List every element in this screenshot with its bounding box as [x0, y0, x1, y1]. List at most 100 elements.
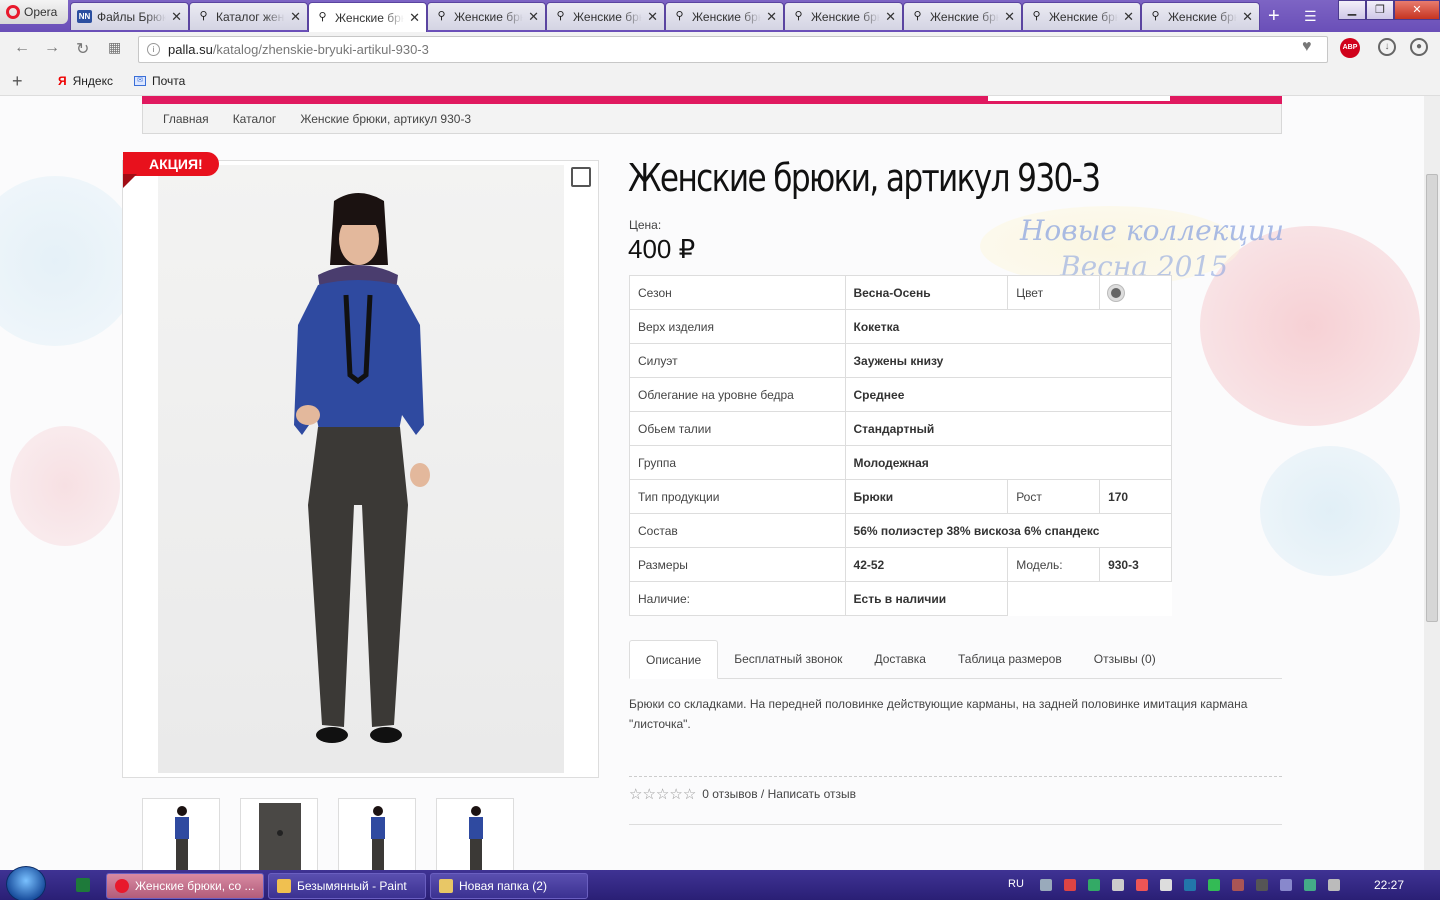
tray-app-icon[interactable]: [1136, 879, 1148, 891]
spec-row: Размеры 42-52 Модель: 930-3: [629, 547, 1172, 582]
browser-tab[interactable]: ⚲ Женские брюки ✕: [427, 2, 546, 30]
product-tab[interactable]: Описание: [629, 640, 719, 679]
tray-app-icon[interactable]: [1304, 879, 1316, 891]
tray-app-icon[interactable]: [1112, 879, 1124, 891]
spec-label: Состав: [629, 513, 846, 548]
shop-favicon-icon: ⚲: [675, 10, 684, 22]
product-thumbnail[interactable]: [240, 798, 318, 870]
tray-network-icon[interactable]: [1040, 879, 1052, 891]
product-tab[interactable]: Таблица размеров: [942, 640, 1078, 679]
excel-icon[interactable]: [76, 878, 90, 892]
spec-label: Размеры: [629, 547, 846, 582]
back-arrow-icon[interactable]: ←: [14, 39, 30, 57]
tray-shield-icon[interactable]: [1088, 879, 1100, 891]
windows-start-button[interactable]: [6, 866, 46, 900]
spec-table: Сезон Весна-Осень Цвет Верх изделия Кокетка С…: [629, 275, 1173, 616]
spec-row: Силуэт Заужены книзу: [629, 343, 1173, 378]
product-tab[interactable]: Отзывы (0): [1078, 640, 1172, 679]
account-icon[interactable]: ●: [1410, 38, 1428, 56]
close-tab-icon[interactable]: ✕: [885, 9, 896, 25]
close-tab-icon[interactable]: ✕: [1004, 9, 1015, 25]
tray-app-icon[interactable]: [1256, 879, 1268, 891]
opera-menu-button[interactable]: Opera: [0, 0, 68, 24]
speed-dial-grid-icon[interactable]: ▦: [108, 39, 121, 56]
taskbar-item-folder[interactable]: Новая папка (2): [430, 873, 588, 899]
rating-stars[interactable]: ☆☆☆☆☆: [629, 785, 696, 803]
spec-value: Заужены книзу: [844, 343, 1173, 378]
tray-torrent-icon[interactable]: [1208, 879, 1220, 891]
browser-tab[interactable]: ⚲ Женские брюки ✕: [546, 2, 665, 30]
reviews-link[interactable]: 0 отзывов / Написать отзыв: [702, 787, 856, 801]
taskbar-item-paint[interactable]: Безымянный - Paint: [268, 873, 426, 899]
tray-app-icon[interactable]: [1328, 879, 1340, 891]
close-tab-icon[interactable]: ✕: [290, 9, 301, 25]
add-bookmark-icon[interactable]: +: [12, 71, 23, 92]
bookmark-heart-icon[interactable]: ♥: [1302, 38, 1312, 56]
star-icon[interactable]: ☆: [669, 786, 682, 803]
close-tab-icon[interactable]: ✕: [528, 9, 539, 25]
star-icon[interactable]: ☆: [683, 786, 696, 803]
close-tab-icon[interactable]: ✕: [647, 9, 658, 25]
product-photo[interactable]: [158, 165, 564, 773]
address-bar[interactable]: i palla.su/katalog/zhenskie-bryuki-artik…: [138, 36, 1328, 63]
tray-app-icon[interactable]: [1184, 879, 1196, 891]
spec-label: Тип продукции: [629, 479, 846, 514]
browser-tab[interactable]: NN Файлы Брюки ✕: [70, 2, 189, 30]
browser-tab[interactable]: ⚲ Женские брюки ✕: [665, 2, 784, 30]
scrollbar-thumb[interactable]: [1426, 174, 1438, 622]
close-tab-icon[interactable]: ✕: [1123, 9, 1134, 25]
downloads-icon[interactable]: ↓: [1378, 38, 1396, 56]
star-icon[interactable]: ☆: [656, 786, 669, 803]
close-tab-icon[interactable]: ✕: [1242, 9, 1253, 25]
browser-tab[interactable]: ⚲ Женские брюки ✕: [784, 2, 903, 30]
taskbar-item-opera[interactable]: Женские брюки, со ...: [106, 873, 264, 899]
price-label: Цена:: [629, 218, 662, 232]
spec-value: Весна-Осень: [844, 275, 1009, 310]
tab-menu-icon[interactable]: ☰: [1304, 8, 1317, 25]
tray-signal-icon[interactable]: [1160, 879, 1172, 891]
language-indicator[interactable]: RU: [1008, 878, 1024, 890]
product-tab[interactable]: Доставка: [858, 640, 942, 679]
close-tab-icon[interactable]: ✕: [766, 9, 777, 25]
spec-value: 170: [1099, 479, 1172, 514]
browser-tab[interactable]: ⚲ Женские брюки ✕: [308, 2, 427, 32]
reload-icon[interactable]: ↻: [76, 39, 89, 59]
maximize-button[interactable]: ❐: [1366, 0, 1394, 20]
browser-tab[interactable]: ⚲ Женские брюки ✕: [903, 2, 1022, 30]
product-image-frame[interactable]: [122, 160, 599, 778]
tray-app-icon[interactable]: [1064, 879, 1076, 891]
page-scrollbar[interactable]: [1424, 96, 1440, 870]
breadcrumb-home[interactable]: Главная: [163, 112, 209, 126]
tray-volume-icon[interactable]: [1232, 879, 1244, 891]
bookmark-mail[interactable]: ✉ Почта: [134, 74, 185, 88]
tab-title: Женские брюки: [335, 10, 404, 25]
forward-arrow-icon[interactable]: →: [44, 39, 60, 57]
star-icon[interactable]: ☆: [629, 786, 642, 803]
minimize-button[interactable]: ▁: [1338, 0, 1366, 20]
spec-label: Цвет: [1007, 275, 1101, 310]
browser-tab[interactable]: ⚲ Каталог женской ✕: [189, 2, 308, 30]
bookmark-yandex[interactable]: Я Яндекс: [58, 74, 113, 88]
product-thumbnail[interactable]: [142, 798, 220, 870]
star-icon[interactable]: ☆: [642, 786, 655, 803]
close-tab-icon[interactable]: ✕: [409, 10, 420, 26]
spec-value: [1099, 275, 1172, 310]
product-tab[interactable]: Бесплатный звонок: [718, 640, 858, 679]
site-info-icon[interactable]: i: [147, 43, 160, 56]
product-thumbnail[interactable]: [338, 798, 416, 870]
breadcrumb-catalog[interactable]: Каталог: [233, 112, 277, 126]
tab-title: Женские брюки: [454, 9, 523, 24]
tray-app-icon[interactable]: [1280, 879, 1292, 891]
close-tab-icon[interactable]: ✕: [171, 9, 182, 25]
bookmarks-bar: + Я Яндекс ✉ Почта: [0, 66, 1440, 96]
new-tab-button[interactable]: +: [1268, 6, 1280, 26]
browser-tab[interactable]: ⚲ Женские брюки ✕: [1022, 2, 1141, 30]
color-swatch-icon[interactable]: [1108, 284, 1125, 301]
save-image-icon[interactable]: [571, 167, 591, 187]
thumbnail-figure: [175, 806, 189, 870]
browser-tab[interactable]: ⚲ Женские брюки ✕: [1141, 2, 1260, 30]
close-window-button[interactable]: ✕: [1394, 0, 1440, 20]
product-thumbnail[interactable]: [436, 798, 514, 870]
site-search-input[interactable]: [988, 96, 1170, 101]
adblock-plus-icon[interactable]: ABP: [1340, 38, 1360, 58]
